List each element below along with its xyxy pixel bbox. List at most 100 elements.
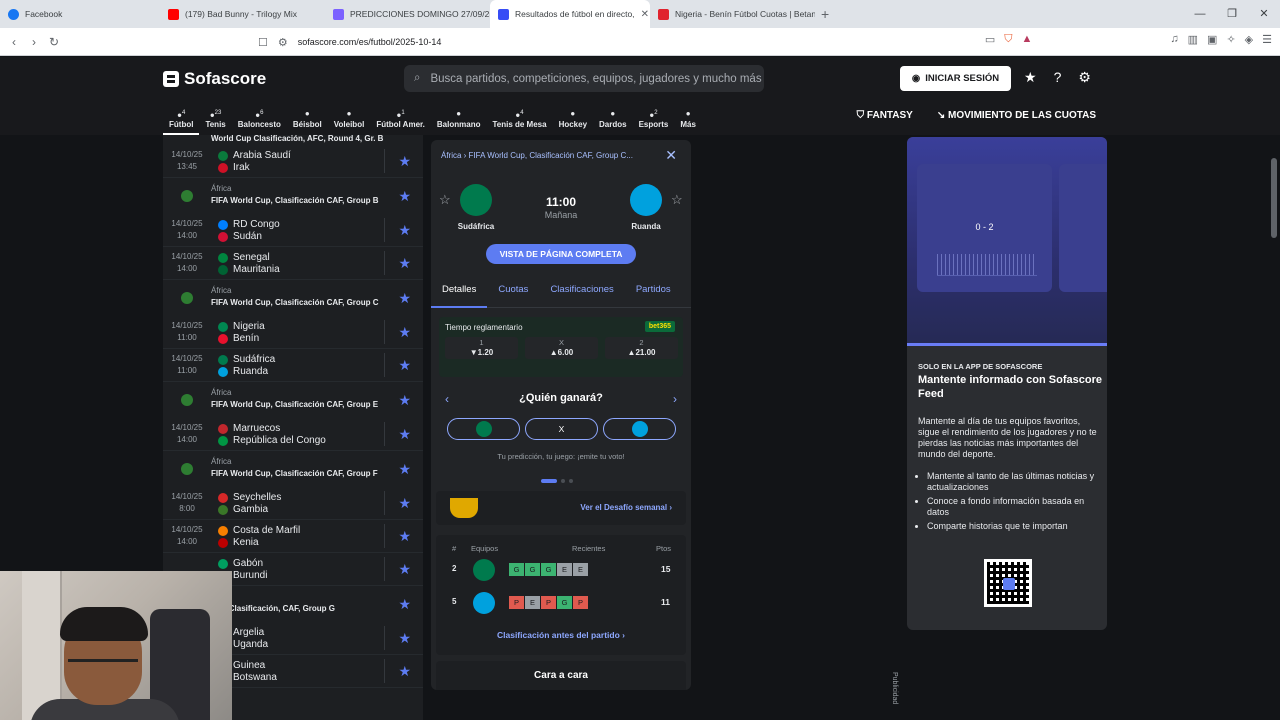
browser-tab[interactable]: Facebook xyxy=(0,0,160,28)
match-row[interactable]: 14/10/25 11:00 Nigeria Benín ★ xyxy=(163,316,423,349)
browser-tab[interactable]: PREDICCIONES DOMINGO 27/09/25 xyxy=(325,0,490,28)
close-tab-icon[interactable]: ✕ xyxy=(641,9,649,20)
sport-tab-0[interactable]: ●4 Fútbol xyxy=(163,107,200,135)
favorite-star-icon[interactable]: ★ xyxy=(398,561,411,578)
vpn-icon[interactable]: ◈ xyxy=(1245,33,1253,46)
match-row[interactable]: 14/10/25 8:00 Seychelles Gambia ★ xyxy=(163,487,423,520)
close-panel-icon[interactable]: ✕ xyxy=(665,147,677,164)
pin-star-icon[interactable]: ★ xyxy=(398,290,411,307)
promo-description: Mantente al día de tus equipos favoritos… xyxy=(918,416,1097,459)
forward-icon[interactable]: › xyxy=(24,35,44,49)
sofascore-logo[interactable]: Sofascore xyxy=(163,69,266,89)
tab-detalles[interactable]: Detalles xyxy=(431,282,488,308)
sport-tab-11[interactable]: ● Más xyxy=(674,107,702,135)
weekly-challenge-link[interactable]: Ver el Desafío semanal › xyxy=(580,503,672,512)
favorite-star-icon[interactable]: ★ xyxy=(398,255,411,272)
sidebar-icon[interactable]: ▥ xyxy=(1188,33,1198,46)
favorite-star-icon[interactable]: ★ xyxy=(398,426,411,443)
favorites-star-icon[interactable]: ★ xyxy=(1024,69,1037,86)
vote-away-button[interactable] xyxy=(603,418,676,440)
media-icon[interactable]: ♫ xyxy=(1170,33,1178,46)
odds-away[interactable]: 2 ▲21.00 xyxy=(605,337,678,359)
favorite-star-icon[interactable]: ★ xyxy=(398,663,411,680)
competition-name[interactable]: FIFA World Cup, Clasificación CAF, Group… xyxy=(211,298,379,307)
close-window-icon[interactable]: ✕ xyxy=(1248,0,1280,28)
favorite-star-icon[interactable]: ★ xyxy=(398,495,411,512)
odds-movement-link[interactable]: ↘ MOVIMIENTO DE LAS CUOTAS xyxy=(937,110,1096,121)
match-row[interactable]: 14/10/25 13:45 Arabia Saudí Irak ★ xyxy=(163,145,423,178)
odds-home[interactable]: 1 ▼1.20 xyxy=(445,337,518,359)
wallet-icon[interactable]: ▣ xyxy=(1207,33,1217,46)
full-page-view-button[interactable]: VISTA DE PÁGINA COMPLETA xyxy=(486,244,636,264)
favorite-star-icon[interactable]: ★ xyxy=(398,630,411,647)
pin-star-icon[interactable]: ★ xyxy=(398,188,411,205)
sport-tab-3[interactable]: ● Béisbol xyxy=(287,107,328,135)
competition-name[interactable]: FIFA World Cup, Clasificación CAF, Group… xyxy=(211,400,378,409)
tab-cuotas[interactable]: Cuotas xyxy=(487,282,539,307)
url-field[interactable]: ☐ ⚙ sofascore.com/es/futbol/2025-10-14 xyxy=(258,31,998,53)
pin-star-icon[interactable]: ★ xyxy=(398,461,411,478)
competition-name[interactable]: FIFA World Cup, Clasificación CAF, Group… xyxy=(211,469,378,478)
bookmark-icon[interactable]: ☐ xyxy=(258,36,268,49)
browser-tab-active[interactable]: Resultados de fútbol en directo, ✕ xyxy=(490,0,650,28)
login-button[interactable]: ◉ INICIAR SESIÓN xyxy=(900,66,1011,91)
next-arrow-icon[interactable]: › xyxy=(673,392,677,406)
sport-tab-5[interactable]: ●1 Fútbol Amer. xyxy=(370,107,431,135)
match-row[interactable]: 14/10/25 11:00 Sudáfrica Ruanda ★ xyxy=(163,349,423,382)
browser-tab[interactable]: Nigeria - Benín Fútbol Cuotas | Betan xyxy=(650,0,815,28)
match-row[interactable]: 14/10/25 14:00 Costa de Marfil Kenia ★ xyxy=(163,520,423,553)
pin-star-icon[interactable]: ★ xyxy=(398,596,411,613)
shield-icon[interactable]: ⛉ xyxy=(1004,33,1012,46)
sport-tab-8[interactable]: ● Hockey xyxy=(553,107,593,135)
screen-icon[interactable]: ▭ xyxy=(985,33,995,46)
triangle-icon[interactable]: ▲ xyxy=(1021,33,1032,46)
restore-icon[interactable]: ❐ xyxy=(1216,0,1248,28)
site-info-icon[interactable]: ⚙ xyxy=(278,36,288,49)
favorite-star-icon[interactable]: ★ xyxy=(398,528,411,545)
carousel-dot[interactable] xyxy=(561,479,565,483)
search-input[interactable]: ⌕ Busca partidos, competiciones, equipos… xyxy=(404,65,764,92)
home-team: Nigeria xyxy=(218,321,265,333)
home-team[interactable]: Sudáfrica xyxy=(441,184,511,231)
vote-draw-button[interactable]: X xyxy=(525,418,598,440)
match-row[interactable]: 14/10/25 14:00 Senegal Mauritania ★ xyxy=(163,247,423,280)
reload-icon[interactable]: ↻ xyxy=(44,35,64,49)
sport-tab-7[interactable]: ●4 Tenis de Mesa xyxy=(486,107,552,135)
tab-partidos[interactable]: Partidos xyxy=(625,282,682,307)
carousel-dot-active[interactable] xyxy=(541,479,557,483)
menu-icon[interactable]: ☰ xyxy=(1262,33,1272,46)
breadcrumb[interactable]: África › FIFA World Cup, Clasificación C… xyxy=(441,151,633,160)
sport-tab-10[interactable]: ●2 Esports xyxy=(633,107,675,135)
new-tab-button[interactable]: + xyxy=(821,6,829,22)
sport-tab-6[interactable]: ● Balonmano xyxy=(431,107,487,135)
pin-star-icon[interactable]: ★ xyxy=(398,392,411,409)
away-team-name: Mauritania xyxy=(233,264,280,275)
head-to-head-section[interactable]: Cara a cara xyxy=(436,661,686,690)
standings-link[interactable]: Clasificación antes del partido › xyxy=(436,630,686,640)
match-row[interactable]: 14/10/25 14:00 Marruecos República del Cong… xyxy=(163,418,423,451)
settings-gear-icon[interactable]: ⚙ xyxy=(1078,69,1091,86)
page-scrollbar[interactable] xyxy=(1271,158,1277,238)
sport-tab-2[interactable]: ●6 Baloncesto xyxy=(232,107,287,135)
help-icon[interactable]: ? xyxy=(1054,69,1062,86)
sport-tab-4[interactable]: ● Voleibol xyxy=(328,107,371,135)
browser-tab[interactable]: (179) Bad Bunny - Trilogy Mix xyxy=(160,0,325,28)
match-row[interactable]: 14/10/25 14:00 RD Congo Sudán ★ xyxy=(163,214,423,247)
favorite-star-icon[interactable]: ★ xyxy=(398,357,411,374)
competition-name[interactable]: FIFA World Cup, Clasificación CAF, Group… xyxy=(211,196,379,205)
bookmaker-badge[interactable]: bet365 xyxy=(644,321,675,332)
favorite-star-icon[interactable]: ★ xyxy=(398,153,411,170)
sport-tab-1[interactable]: ●23 Tenis xyxy=(199,107,231,135)
favorite-star-icon[interactable]: ★ xyxy=(398,222,411,239)
back-icon[interactable]: ‹ xyxy=(4,35,24,49)
minimize-icon[interactable]: — xyxy=(1184,0,1216,28)
ai-icon[interactable]: ✧ xyxy=(1226,33,1235,46)
carousel-dot[interactable] xyxy=(569,479,573,483)
vote-home-button[interactable] xyxy=(447,418,520,440)
fantasy-link[interactable]: ⛉ FANTASY xyxy=(857,110,913,121)
favorite-star-icon[interactable]: ★ xyxy=(398,324,411,341)
sport-tab-9[interactable]: ● Dardos xyxy=(593,107,633,135)
tab-clasificaciones[interactable]: Clasificaciones xyxy=(539,282,624,307)
favorite-away-star-icon[interactable]: ☆ xyxy=(671,192,683,208)
odds-draw[interactable]: X ▲6.00 xyxy=(525,337,598,359)
